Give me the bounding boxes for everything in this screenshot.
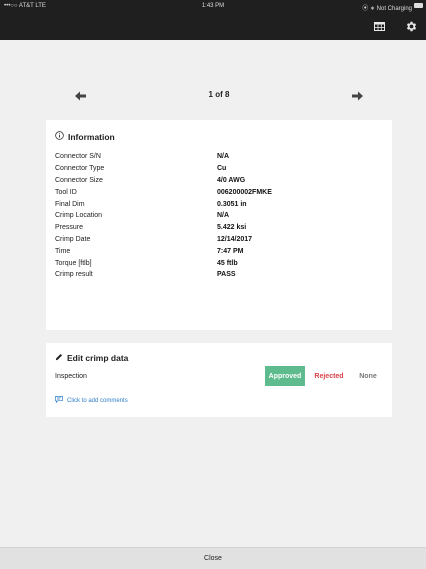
info-row: Tool ID 006200002FMKE	[55, 186, 385, 198]
none-button[interactable]: None	[352, 366, 384, 386]
close-button[interactable]: Close	[0, 547, 426, 569]
info-value: N/A	[217, 212, 230, 220]
next-arrow-icon[interactable]	[350, 89, 364, 103]
info-key: Final Dim	[55, 200, 85, 208]
status-bar: •••○○ AT&T LTE 1:43 PM ⦿ ∗ Not Charging	[0, 0, 426, 12]
pencil-icon	[55, 353, 63, 363]
info-key: Crimp Date	[55, 235, 91, 243]
info-value: N/A	[217, 153, 230, 161]
info-value: 006200002FMKE	[217, 188, 272, 196]
information-title-text: Information	[68, 131, 115, 142]
info-row: Crimp result PASS	[55, 269, 385, 281]
information-title: Information	[55, 131, 115, 142]
info-row: Torque [ftlb] 45 ftlb	[55, 257, 385, 269]
top-nav-bar	[0, 12, 426, 40]
edit-crimp-title-text: Edit crimp data	[67, 353, 129, 363]
info-row: Time 7:47 PM	[55, 245, 385, 257]
edit-crimp-card: Edit crimp data Inspection Approved Reje…	[46, 343, 392, 417]
battery-status: ⦿ ∗ Not Charging	[362, 6, 412, 12]
info-row: Final Dim 0.3051 in	[55, 198, 385, 210]
table-icon[interactable]	[371, 18, 387, 34]
info-value: 7:47 PM	[217, 247, 244, 255]
comment-icon	[55, 396, 63, 405]
info-value: 0.3051 in	[217, 200, 247, 208]
info-value: Cu	[217, 165, 227, 173]
info-icon	[55, 131, 64, 142]
info-key: Connector Size	[55, 176, 103, 184]
info-key: Connector Type	[55, 165, 105, 173]
edit-crimp-title: Edit crimp data	[55, 353, 128, 363]
info-row: Connector Size 4/0 AWG	[55, 175, 385, 187]
info-row: Connector S/N N/A	[55, 151, 385, 163]
info-key: Tool ID	[55, 188, 77, 196]
info-value: 4/0 AWG	[217, 176, 246, 184]
information-card: Information Connector S/N N/A Connector T…	[46, 120, 392, 330]
info-key: Torque [ftlb]	[55, 259, 92, 267]
page-counter: 1 of 8	[208, 90, 230, 99]
inspection-label: Inspection	[55, 373, 87, 380]
info-key: Crimp Location	[55, 212, 103, 220]
battery-icon	[414, 3, 423, 8]
info-row: Crimp Location N/A	[55, 210, 385, 222]
info-key: Pressure	[55, 224, 84, 232]
info-key: Crimp result	[55, 271, 93, 279]
gear-icon[interactable]	[403, 18, 419, 34]
info-value: PASS	[217, 271, 236, 279]
info-row: Connector Type Cu	[55, 163, 385, 175]
info-value: 5.422 ksi	[217, 224, 247, 232]
info-value: 45 ftlb	[217, 259, 238, 267]
info-value: 12/14/2017	[217, 235, 253, 243]
info-key: Connector S/N	[55, 153, 101, 161]
record-pager: 1 of 8	[46, 86, 392, 106]
info-key: Time	[55, 247, 71, 255]
add-comments-text: Click to add comments	[67, 397, 128, 404]
add-comments-link[interactable]: Click to add comments	[55, 396, 128, 405]
information-list: Connector S/N N/A Connector Type Cu Connec…	[55, 151, 385, 281]
approved-button[interactable]: Approved	[265, 366, 305, 386]
info-row: Pressure 5.422 ksi	[55, 222, 385, 234]
rejected-button[interactable]: Rejected	[308, 366, 350, 386]
info-row: Crimp Date 12/14/2017	[55, 234, 385, 246]
